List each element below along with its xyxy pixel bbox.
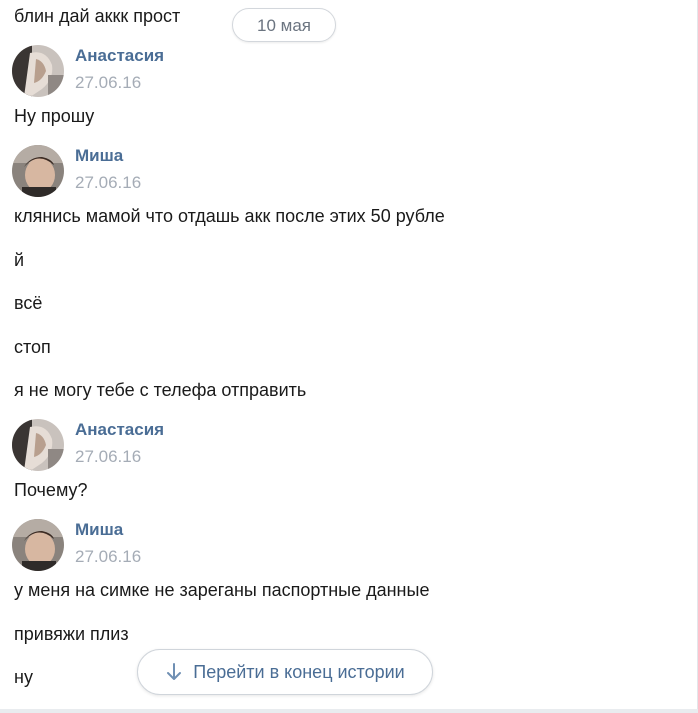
message-text: клянись мамой что отдашь акк после этих … — [14, 206, 445, 226]
anastasia-avatar-image — [12, 419, 64, 471]
message-text: я не могу тебе с телефа отправить — [14, 380, 307, 400]
message-text: й — [14, 250, 25, 270]
author-name[interactable]: Миша — [75, 519, 123, 541]
message-date: 27.06.16 — [75, 547, 142, 566]
message-text: Почему? — [14, 480, 88, 500]
message-text: у меня на симке не зареганы паспортные д… — [14, 580, 430, 600]
jump-to-end-label: Перейти в конец истории — [193, 661, 405, 682]
arrow-down-icon — [165, 662, 183, 682]
divider — [0, 709, 698, 713]
author-name[interactable]: Анастасия — [75, 45, 164, 67]
message-text: привяжи плиз — [14, 624, 129, 644]
message-text: Ну прошу — [14, 106, 95, 126]
anastasia-avatar-image — [12, 45, 64, 97]
avatar[interactable] — [12, 419, 64, 471]
misha-avatar-image — [12, 519, 64, 571]
avatar[interactable] — [12, 45, 64, 97]
author-name[interactable]: Анастасия — [75, 419, 164, 441]
author-name[interactable]: Миша — [75, 145, 123, 167]
jump-to-end-button[interactable]: Перейти в конец истории — [137, 649, 433, 695]
avatar[interactable] — [12, 519, 64, 571]
misha-avatar-image — [12, 145, 64, 197]
message-date: 27.06.16 — [75, 447, 142, 466]
message-author-block: Анастасия 27.06.16 — [0, 419, 400, 475]
message-author-block: Миша 27.06.16 — [0, 519, 400, 575]
message-date: 27.06.16 — [75, 73, 142, 92]
message-text: стоп — [14, 337, 51, 357]
message-author-block: Анастасия 27.06.16 — [0, 45, 400, 101]
avatar[interactable] — [12, 145, 64, 197]
date-separator: 10 мая — [232, 8, 336, 42]
chat-history: блин дай аккк прост 10 мая Анастасия 27.… — [0, 0, 698, 713]
message-author-block: Миша 27.06.16 — [0, 145, 400, 201]
message-date: 27.06.16 — [75, 173, 142, 192]
message-text: блин дай аккк прост — [14, 6, 181, 26]
message-text: ну — [14, 667, 33, 687]
message-text: всё — [14, 293, 43, 313]
